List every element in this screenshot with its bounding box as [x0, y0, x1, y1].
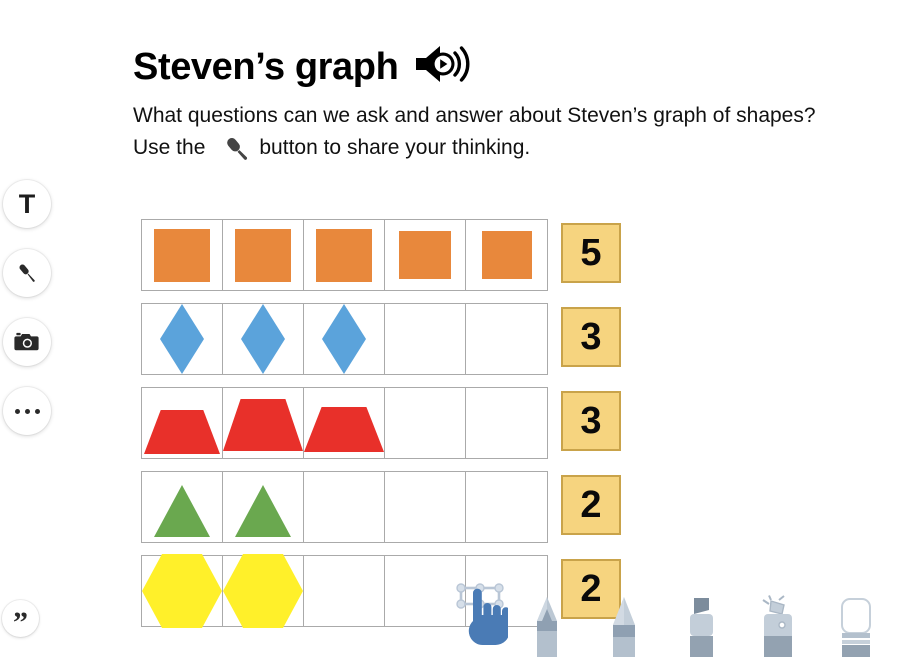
shape-graph: 5 3 3 2 2 — [141, 219, 621, 639]
count-badge: 2 — [561, 475, 621, 535]
microphone-icon — [15, 261, 40, 286]
instructions: What questions can we ask and answer abo… — [133, 100, 893, 164]
page-header: Steven’s graph — [133, 42, 474, 91]
graph-cell[interactable] — [223, 472, 304, 542]
row-cells-triangle — [141, 471, 548, 543]
instruction-line-1: What questions can we ask and answer abo… — [133, 104, 816, 127]
graph-cell[interactable] — [466, 304, 547, 374]
rhombus-shape — [322, 304, 366, 374]
instruction-line-2-before: Use the — [133, 136, 206, 159]
graph-cell[interactable] — [304, 472, 385, 542]
left-toolbar: T ” — [0, 0, 58, 662]
graph-cell[interactable] — [142, 304, 223, 374]
more-options-icon — [14, 408, 40, 414]
graph-cell[interactable] — [385, 556, 466, 626]
table-row[interactable]: 2 — [141, 554, 621, 628]
graph-cell[interactable] — [223, 220, 304, 290]
row-cells-trapezoid — [141, 387, 548, 459]
camera-tool-button[interactable] — [3, 318, 51, 366]
graph-cell[interactable] — [385, 472, 466, 542]
row-cells-rhombus — [141, 303, 548, 375]
count-badge: 3 — [561, 391, 621, 451]
microphone-tool-button[interactable] — [3, 249, 51, 297]
triangle-shape — [154, 485, 210, 537]
instruction-line-2: Use the button to share your thinking. — [133, 132, 893, 164]
rhombus-shape — [241, 304, 285, 374]
eraser-icon[interactable] — [836, 595, 876, 662]
count-badge: 3 — [561, 307, 621, 367]
count-badge: 5 — [561, 223, 621, 283]
graph-cell[interactable] — [385, 304, 466, 374]
microphone-icon — [219, 134, 255, 164]
graph-cell[interactable] — [142, 220, 223, 290]
quote-icon: ” — [13, 606, 28, 639]
text-tool-button[interactable]: T — [3, 180, 51, 228]
graph-cell[interactable] — [223, 388, 304, 458]
instruction-line-2-after: button to share your thinking. — [259, 136, 531, 159]
square-shape — [235, 228, 291, 282]
table-row[interactable]: 2 — [141, 471, 621, 543]
graph-cell[interactable] — [304, 556, 385, 626]
count-badge: 2 — [561, 559, 621, 619]
text-tool-icon: T — [18, 188, 36, 219]
speaker-play-icon[interactable] — [412, 42, 474, 91]
trapezoid-shape — [223, 399, 303, 451]
graph-cell[interactable] — [142, 472, 223, 542]
table-row[interactable]: 3 — [141, 303, 621, 375]
more-options-button[interactable] — [3, 387, 51, 435]
page-title: Steven’s graph — [133, 45, 399, 88]
square-shape — [316, 228, 372, 282]
row-cells-hexagon — [141, 554, 548, 628]
rhombus-shape — [160, 304, 204, 374]
graph-cell[interactable] — [466, 220, 547, 290]
graph-cell[interactable] — [466, 472, 547, 542]
graph-cell[interactable] — [466, 388, 547, 458]
table-row[interactable]: 5 — [141, 219, 621, 291]
graph-cell[interactable] — [223, 554, 304, 628]
trapezoid-shape — [144, 410, 220, 454]
graph-cell[interactable] — [142, 388, 223, 458]
triangle-shape — [235, 485, 291, 537]
graph-cell[interactable] — [304, 304, 385, 374]
square-shape — [154, 228, 210, 282]
camera-icon — [14, 330, 40, 354]
marker-icon[interactable] — [682, 595, 720, 662]
graph-cell[interactable] — [304, 388, 385, 458]
table-row[interactable]: 3 — [141, 387, 621, 459]
hexagon-shape — [223, 554, 303, 628]
graph-cell[interactable] — [466, 556, 547, 626]
graph-cell[interactable] — [385, 220, 466, 290]
square-shape — [481, 231, 532, 279]
trapezoid-shape — [304, 407, 384, 452]
graph-cell[interactable] — [223, 304, 304, 374]
spray-icon[interactable] — [757, 595, 799, 662]
graph-cell[interactable] — [304, 220, 385, 290]
square-shape — [399, 231, 451, 279]
quote-button[interactable]: ” — [2, 600, 39, 639]
graph-cell[interactable] — [142, 554, 223, 628]
hexagon-shape — [142, 554, 222, 628]
row-cells-square — [141, 219, 548, 291]
graph-cell[interactable] — [385, 388, 466, 458]
